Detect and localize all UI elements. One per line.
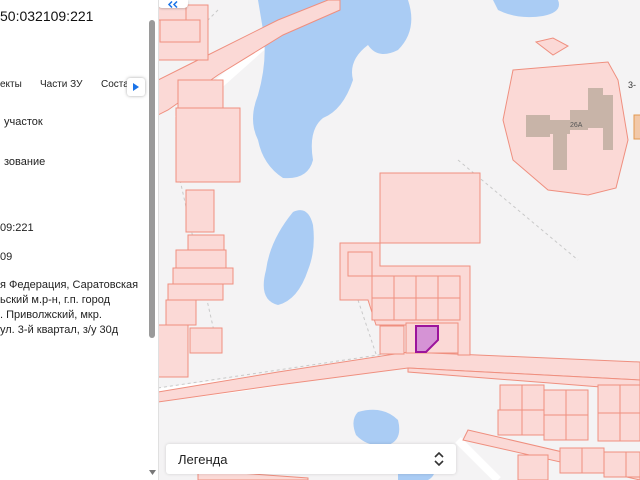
- adjacent-parcel-e: [633, 114, 640, 140]
- tab-composition[interactable]: Соста: [101, 79, 129, 90]
- scroll-down-arrow-icon: [149, 470, 156, 475]
- small-parcel-ne: [534, 37, 570, 56]
- street-label: 3-: [628, 80, 637, 90]
- parcel-number-value: 09:221: [0, 222, 34, 234]
- parcel-type-value: участок: [4, 116, 43, 128]
- lake-south: [353, 409, 400, 446]
- panel-scrollbar[interactable]: [149, 20, 155, 338]
- cadastral-map[interactable]: 26А 3-: [158, 0, 640, 480]
- tab-parts[interactable]: Части ЗУ: [40, 79, 82, 90]
- lake-northeast: [493, 0, 559, 18]
- scroll-down-button[interactable]: [148, 468, 157, 477]
- parcels-southeast: [497, 384, 640, 480]
- parcels-central: [339, 172, 481, 356]
- address-line-3: . Приволжский, мкр.: [0, 309, 102, 321]
- collapse-panel-button[interactable]: [158, 0, 188, 8]
- legend-dropdown[interactable]: Легенда: [166, 444, 456, 474]
- parcel-cadastral-number: 50:032109:221: [0, 8, 94, 24]
- legend-label: Легенда: [178, 452, 228, 467]
- address-line-4: ул. 3-й квартал, з/у 30д: [0, 324, 119, 336]
- info-panel: 50:032109:221 екты Части ЗУ Соста участо…: [0, 0, 159, 480]
- map-canvas[interactable]: [158, 0, 640, 480]
- legend-toggle[interactable]: [434, 451, 444, 471]
- tabs-next-button[interactable]: [127, 78, 145, 96]
- address-line-2: ьский м.р-н, г.п. город: [0, 294, 111, 306]
- double-chevron-left-icon: [167, 0, 178, 8]
- quarter-number-value: 09: [0, 251, 13, 263]
- tab-objects[interactable]: екты: [0, 79, 22, 90]
- lake-middle: [263, 210, 314, 305]
- expand-collapse-chevron-icon: [434, 451, 444, 467]
- building-label: 26А: [570, 122, 583, 129]
- chevron-right-icon: [133, 83, 139, 91]
- address-line-1: я Федерация, Саратовская: [0, 279, 139, 291]
- parcel-usage-value: зование: [4, 156, 46, 168]
